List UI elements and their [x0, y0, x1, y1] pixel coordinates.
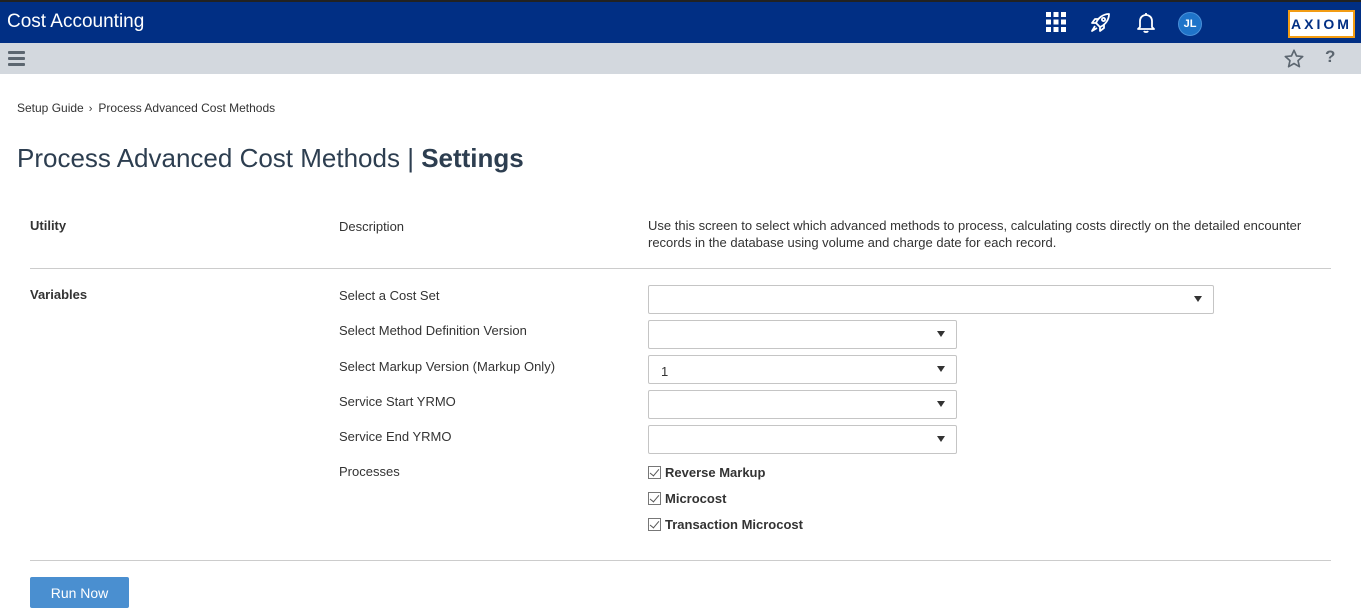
reverse-markup-checkbox[interactable]: Reverse Markup — [648, 465, 765, 480]
method-definition-label: Select Method Definition Version — [339, 323, 527, 338]
page-title-bold: Settings — [421, 143, 524, 173]
processes-label: Processes — [339, 464, 400, 479]
page-title: Process Advanced Cost Methods | Settings — [17, 143, 524, 174]
service-end-select[interactable] — [648, 425, 957, 454]
checkbox-checked-icon[interactable] — [648, 466, 661, 479]
transaction-microcost-label: Transaction Microcost — [665, 517, 803, 532]
chevron-down-icon — [1194, 296, 1202, 302]
run-now-button[interactable]: Run Now — [30, 577, 129, 608]
reverse-markup-label: Reverse Markup — [665, 465, 766, 480]
method-definition-select[interactable] — [648, 320, 957, 349]
checkbox-checked-icon[interactable] — [648, 518, 661, 531]
cost-set-label: Select a Cost Set — [339, 288, 440, 303]
page-title-main: Process Advanced Cost Methods | — [17, 143, 422, 173]
chevron-down-icon — [937, 331, 945, 337]
markup-version-value: 1 — [661, 364, 669, 379]
hamburger-menu-icon[interactable] — [8, 51, 25, 66]
description-label: Description — [339, 219, 405, 234]
star-icon[interactable] — [1283, 48, 1305, 70]
user-avatar[interactable]: JL — [1178, 12, 1202, 36]
markup-version-label: Select Markup Version (Markup Only) — [339, 359, 556, 374]
markup-version-select[interactable]: 1 — [648, 355, 957, 384]
bell-icon[interactable] — [1134, 10, 1158, 34]
checkbox-checked-icon[interactable] — [648, 492, 661, 505]
help-icon[interactable]: ? — [1325, 47, 1339, 69]
variables-section-label: Variables — [30, 287, 88, 302]
rocket-icon[interactable] — [1089, 10, 1113, 34]
microcost-checkbox[interactable]: Microcost — [648, 491, 726, 506]
sub-toolbar: ? — [0, 43, 1361, 74]
cost-set-select[interactable] — [648, 285, 1214, 314]
breadcrumb-separator: › — [88, 103, 93, 115]
service-end-label: Service End YRMO — [339, 429, 452, 444]
microcost-label: Microcost — [665, 491, 727, 506]
apps-grid-icon[interactable] — [1044, 10, 1068, 34]
chevron-down-icon — [937, 436, 945, 442]
service-start-select[interactable] — [648, 390, 957, 419]
service-start-label: Service Start YRMO — [339, 394, 456, 409]
breadcrumb-setup-guide[interactable]: Setup Guide — [17, 101, 84, 115]
breadcrumb-current: Process Advanced Cost Methods — [98, 101, 276, 115]
chevron-down-icon — [937, 401, 945, 407]
section-divider — [30, 268, 1331, 269]
utility-section-label: Utility — [30, 218, 67, 233]
axiom-logo: AXIOM — [1288, 10, 1355, 38]
transaction-microcost-checkbox[interactable]: Transaction Microcost — [648, 517, 803, 532]
chevron-down-icon — [937, 366, 945, 372]
description-text: Use this screen to select which advanced… — [648, 218, 1302, 250]
app-title: Cost Accounting — [7, 11, 145, 32]
top-header: Cost Accounting JL AXIOM — [0, 0, 1361, 43]
breadcrumb: Setup Guide › Process Advanced Cost Method… — [17, 101, 275, 115]
section-divider — [30, 560, 1331, 561]
